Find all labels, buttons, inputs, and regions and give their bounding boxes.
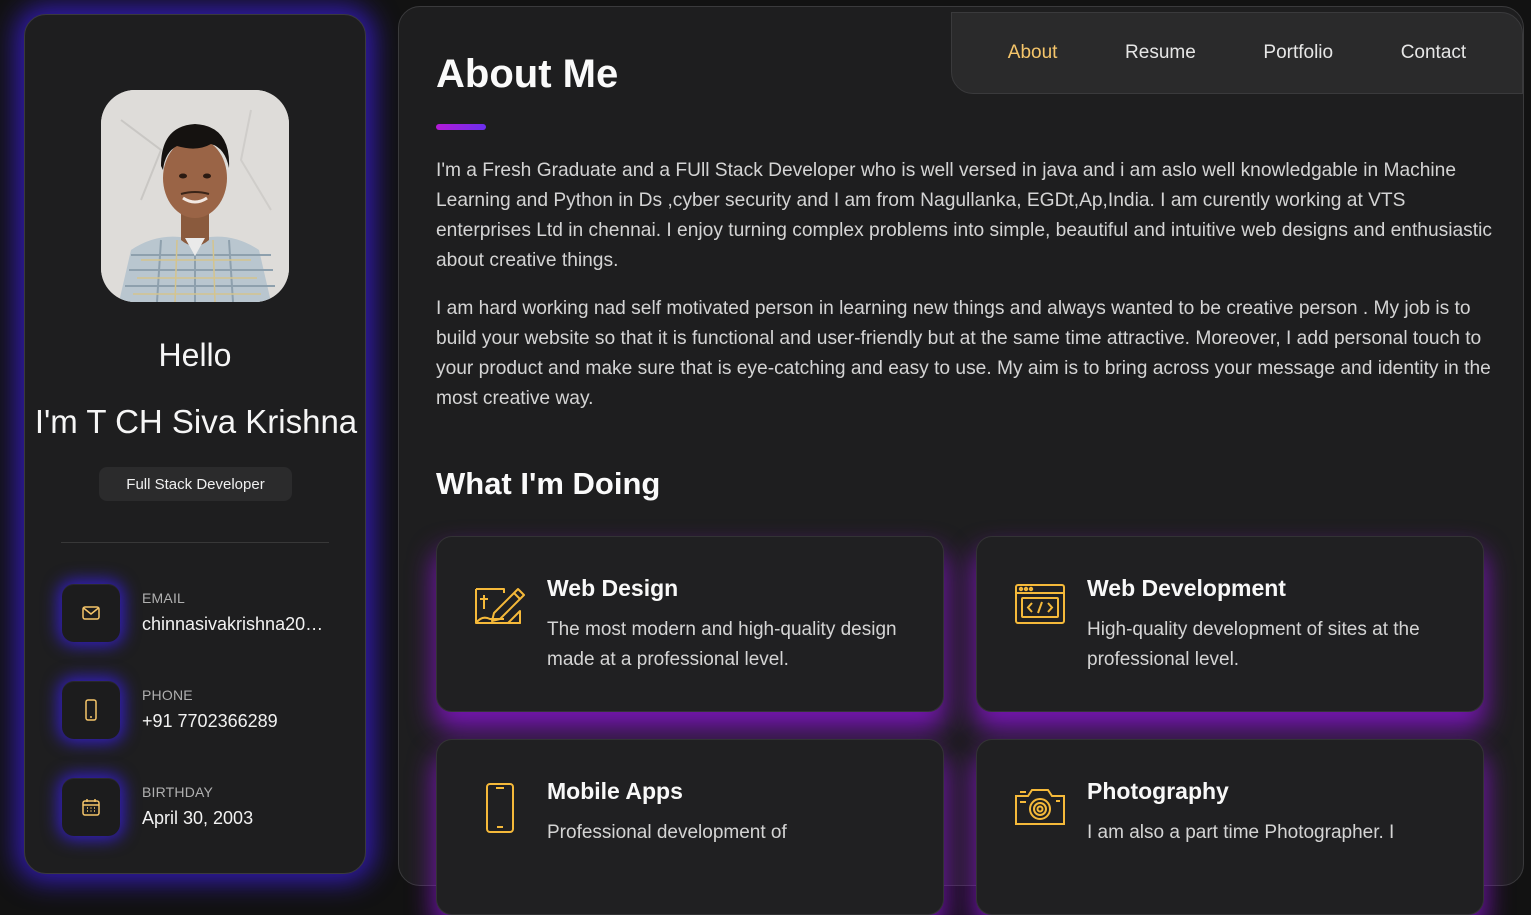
code-window-icon [1014,579,1066,631]
phone-icon [62,681,120,739]
title-underline [436,124,486,130]
birthday-label: BIRTHDAY [142,784,214,800]
profile-sidebar: Hello I'm T CH Siva Krishna Full Stack D… [24,14,366,874]
service-title: Photography [1087,778,1229,804]
service-card-web-design: Web Design The most modern and high-qual… [436,536,944,712]
phone-value[interactable]: +91 7702366289 [142,711,342,732]
services-title: What I'm Doing [436,466,661,501]
service-card-mobile-apps: Mobile Apps Professional development of [436,739,944,915]
greeting: Hello [158,337,232,373]
contact-email: EMAIL chinnasivakrishna20… [62,584,342,644]
service-title: Mobile Apps [547,778,683,804]
service-text: The most modern and high-quality design … [547,619,897,670]
profile-name: I'm T CH Siva Krishna [34,403,358,440]
calendar-icon [62,778,120,836]
birthday-value: April 30, 2003 [142,808,254,828]
service-text: High-quality development of sites at the… [1087,619,1420,670]
mobile-icon [474,782,526,834]
sidebar-divider [61,542,329,543]
about-paragraph-2: I am hard working nad self motivated per… [436,298,1491,409]
email-label: EMAIL [142,590,186,606]
service-text: Professional development of [547,822,787,843]
avatar-photo [101,90,289,302]
email-value[interactable]: chinnasivakrishna20… [142,614,342,635]
about-paragraph-1: I'm a Fresh Graduate and a FUll Stack De… [436,160,1492,271]
nav-about[interactable]: About [1008,42,1058,64]
mail-icon [62,584,120,642]
phone-label: PHONE [142,687,193,703]
page-title: About Me [436,52,619,96]
nav-resume[interactable]: Resume [1125,42,1196,64]
avatar [101,90,289,302]
nav-contact[interactable]: Contact [1401,42,1466,64]
camera-icon [1014,782,1066,834]
service-card-photography: Photography I am also a part time Photog… [976,739,1484,915]
top-navbar: About Resume Portfolio Contact [951,12,1523,94]
contact-birthday: BIRTHDAY April 30, 2003 [62,778,342,838]
web-design-icon [474,579,526,631]
service-text: I am also a part time Photographer. I [1087,822,1395,843]
nav-portfolio[interactable]: Portfolio [1263,42,1333,64]
contact-phone: PHONE +91 7702366289 [62,681,342,741]
service-title: Web Design [547,575,679,601]
role-badge: Full Stack Developer [99,467,292,501]
service-title: Web Development [1087,575,1286,601]
service-card-web-development: Web Development High-quality development… [976,536,1484,712]
